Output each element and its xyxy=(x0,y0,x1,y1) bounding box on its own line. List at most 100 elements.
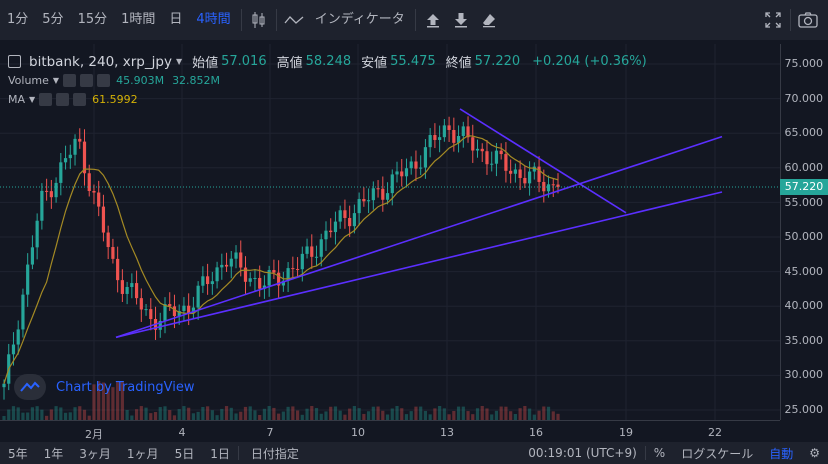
last-price-tag: 57.220 xyxy=(780,179,828,195)
candle-body xyxy=(494,150,499,164)
volume-bar xyxy=(163,406,167,420)
camera-icon[interactable] xyxy=(794,0,822,40)
candle-body xyxy=(442,125,446,138)
clock[interactable]: 00:19:01 (UTC+9) xyxy=(520,446,645,460)
goto-date-button[interactable]: 日付指定 xyxy=(243,445,307,462)
interval-1m[interactable]: 1分 xyxy=(0,0,35,40)
candle-body xyxy=(172,306,177,317)
interval-1h[interactable]: 1時間 xyxy=(114,0,162,40)
x-tick: 19 xyxy=(619,426,633,439)
low-value: 55.475 xyxy=(390,54,436,69)
candle-body xyxy=(523,177,527,184)
gear-icon[interactable] xyxy=(56,93,70,106)
y-tick: 35.000 xyxy=(784,334,824,347)
candle-body xyxy=(537,166,541,182)
time-axis[interactable]: 2月 4 7 10 13 16 19 22 xyxy=(0,420,780,443)
candle-body xyxy=(73,138,77,155)
range-3m[interactable]: 3ヶ月 xyxy=(71,445,119,462)
interval-5m[interactable]: 5分 xyxy=(35,0,70,40)
candle-body xyxy=(106,232,110,248)
ma-label[interactable]: MA xyxy=(8,93,25,106)
symbol-title[interactable]: bitbank, 240, xrp_jpy xyxy=(29,54,172,70)
chevron-down-icon[interactable]: ▼ xyxy=(176,57,182,66)
price-axis[interactable]: 75.000 70.000 65.000 60.000 55.000 50.00… xyxy=(780,44,828,420)
candle-body xyxy=(35,220,39,248)
eraser-icon[interactable] xyxy=(475,0,503,40)
download-icon[interactable] xyxy=(447,0,475,40)
x-tick: 10 xyxy=(351,426,365,439)
candle-body xyxy=(215,267,219,282)
volume-bar xyxy=(419,406,423,420)
range-1m[interactable]: 1ヶ月 xyxy=(119,445,167,462)
collapse-icon[interactable] xyxy=(8,55,21,68)
volume-bar xyxy=(63,412,68,420)
volume-bar xyxy=(286,406,290,420)
volume-bar xyxy=(357,408,361,420)
candle-body xyxy=(319,239,323,257)
volume-bar xyxy=(537,410,541,420)
y-tick: 70.000 xyxy=(784,92,824,105)
range-1d[interactable]: 1日 xyxy=(202,445,238,462)
volume-bar xyxy=(201,406,205,420)
indicators-button[interactable]: インディケータ xyxy=(308,0,412,40)
volume-bar xyxy=(7,409,11,420)
volume-bar xyxy=(314,408,319,420)
range-5y[interactable]: 5年 xyxy=(0,445,36,462)
watermark-text: Chart by TradingView xyxy=(56,379,195,395)
candle-body xyxy=(376,188,380,190)
candle-body xyxy=(116,258,120,281)
candle-body xyxy=(362,199,366,202)
eye-icon[interactable] xyxy=(39,93,53,106)
candle-body xyxy=(300,253,304,270)
chevron-down-icon[interactable]: ▼ xyxy=(29,95,35,104)
candle-body xyxy=(97,192,101,207)
upload-icon[interactable] xyxy=(419,0,447,40)
volume-bar xyxy=(400,408,404,420)
candle-body xyxy=(509,170,513,174)
interval-15m[interactable]: 15分 xyxy=(71,0,115,40)
candle-body xyxy=(357,199,361,214)
volume-label[interactable]: Volume xyxy=(8,74,49,87)
candlestick-icon[interactable] xyxy=(245,0,273,40)
candle-body xyxy=(224,264,229,267)
candle-body xyxy=(234,252,238,259)
interval-4h[interactable]: 4時間 xyxy=(189,0,237,40)
candle-body xyxy=(59,162,63,183)
candle-body xyxy=(428,135,432,148)
fullscreen-icon[interactable] xyxy=(759,0,787,40)
candles xyxy=(2,116,560,400)
volume-bar xyxy=(78,406,82,420)
candle-body xyxy=(239,252,243,268)
indicator-wave-icon[interactable] xyxy=(280,0,308,40)
volume-bar xyxy=(504,406,508,420)
close-icon[interactable] xyxy=(97,74,111,87)
close-icon[interactable] xyxy=(73,93,87,106)
candle-body xyxy=(54,182,58,198)
candle-body xyxy=(551,184,555,186)
volume-bar xyxy=(149,413,153,420)
range-5d[interactable]: 5日 xyxy=(167,445,203,462)
y-tick: 60.000 xyxy=(784,161,824,174)
candle-body xyxy=(229,258,233,267)
percent-toggle[interactable]: % xyxy=(646,446,673,460)
range-1y[interactable]: 1年 xyxy=(36,445,72,462)
volume-bar xyxy=(267,406,271,420)
candle-body xyxy=(92,190,96,193)
tradingview-watermark[interactable]: Chart by TradingView xyxy=(14,374,194,400)
auto-scale-toggle[interactable]: 自動 xyxy=(761,445,801,462)
candle-body xyxy=(433,135,437,140)
chevron-down-icon[interactable]: ▼ xyxy=(53,76,59,85)
volume-bar xyxy=(409,411,413,420)
toolbar-divider xyxy=(275,9,277,31)
open-value: 57.016 xyxy=(221,54,267,69)
eye-icon[interactable] xyxy=(63,74,77,87)
volume-bar xyxy=(414,406,418,420)
log-scale-toggle[interactable]: ログスケール xyxy=(673,445,761,462)
candle-body xyxy=(253,277,257,279)
candle-body xyxy=(352,213,356,227)
gear-icon[interactable] xyxy=(80,74,94,87)
candle-body xyxy=(111,247,115,259)
gear-icon[interactable]: ⚙ xyxy=(801,446,828,460)
candle-body xyxy=(40,190,44,221)
interval-1d[interactable]: 日 xyxy=(162,0,189,40)
